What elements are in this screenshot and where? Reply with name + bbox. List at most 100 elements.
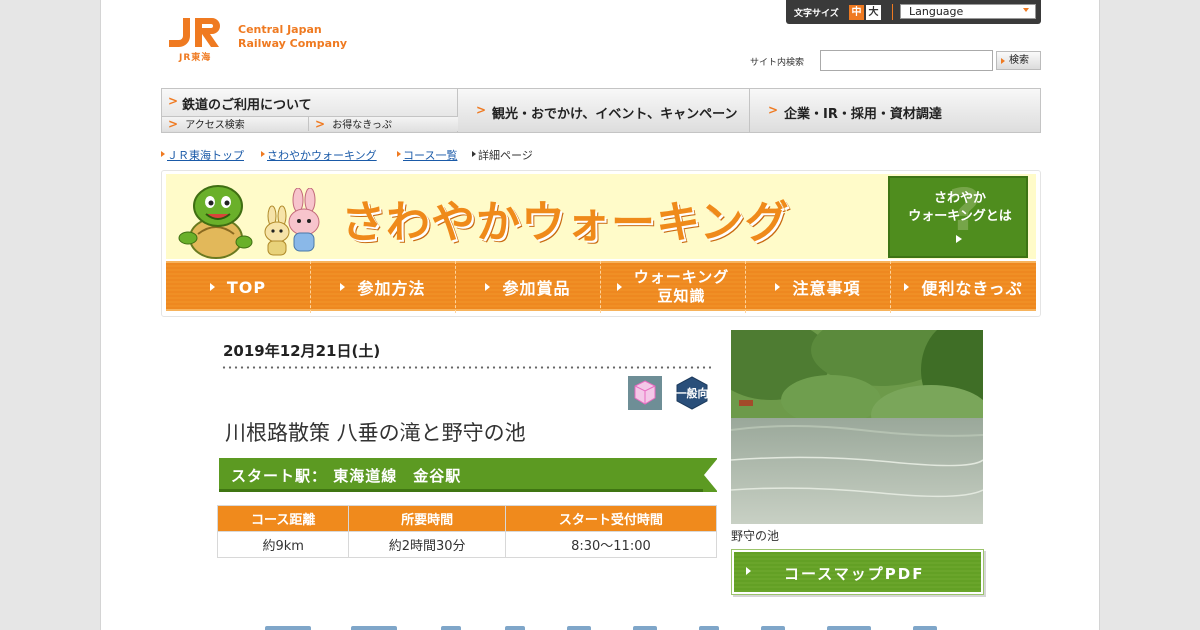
required-time: 約2時間30分 bbox=[348, 531, 506, 558]
chevron-right-icon bbox=[161, 151, 165, 157]
nav-railway-label: 鉄道のご利用について bbox=[182, 98, 312, 113]
footer-stub bbox=[761, 626, 785, 630]
jr-logo-icon[interactable] bbox=[167, 16, 229, 50]
walking-nav-top[interactable]: TOP bbox=[166, 261, 311, 313]
event-date: 2019年12月21日(土) bbox=[223, 342, 381, 360]
table-header: コース距離 bbox=[216, 505, 350, 532]
footer-stub bbox=[567, 626, 591, 630]
footer-stub bbox=[913, 626, 937, 630]
font-size-medium-button[interactable]: 中 bbox=[849, 5, 864, 20]
triangle-arrow-icon bbox=[209, 283, 215, 291]
nav-tourism-label: 観光・おでかけ、イベント、キャンペーン bbox=[492, 107, 738, 122]
search-input[interactable] bbox=[820, 50, 993, 71]
walking-nav-notes[interactable]: 注意事項 bbox=[746, 261, 891, 313]
page-container: JR東海 Central Japan Railway Company 文字サイズ… bbox=[100, 0, 1100, 630]
course-title: 川根路散策 八垂の滝と野守の池 bbox=[225, 421, 526, 445]
mascot-turtle-icon bbox=[178, 185, 253, 259]
search-label: サイト内検索 bbox=[750, 58, 805, 68]
nav-corporate[interactable]: > 企業・IR・採用・資材調達 bbox=[750, 89, 1040, 132]
caret-down-icon bbox=[1023, 8, 1029, 12]
dotted-divider bbox=[221, 366, 711, 369]
nav-access-label: アクセス検索 bbox=[185, 120, 245, 131]
about-walking-label: さわやか ウォーキングとは bbox=[890, 190, 1030, 226]
nav-access-search[interactable]: > アクセス検索 bbox=[162, 116, 309, 131]
course-map-pdf-label: コースマップPDF bbox=[784, 565, 925, 583]
nav-railway[interactable]: > 鉄道のご利用について > アクセス検索 > お得なきっぷ bbox=[162, 89, 458, 132]
walking-nav-notes-label: 注意事項 bbox=[792, 279, 861, 298]
banner-title: さわやかウォーキング bbox=[341, 197, 790, 248]
triangle-arrow-icon bbox=[956, 235, 962, 243]
cube-icon bbox=[628, 376, 662, 410]
course-info-table: コース距離 所要時間 スタート受付時間 約9km 約2時間30分 8:30～11… bbox=[216, 505, 718, 558]
chevron-right-icon bbox=[1001, 58, 1005, 64]
table-row: 約9km 約2時間30分 8:30～11:00 bbox=[216, 531, 718, 558]
utility-bar: 文字サイズ 中 大 Language bbox=[786, 0, 1041, 24]
walking-nav-trivia-label: ウォーキング 豆知識 bbox=[634, 268, 730, 306]
mascot-rabbits-icon bbox=[264, 188, 320, 256]
chevron-right-icon: > bbox=[315, 117, 326, 131]
triangle-arrow-icon bbox=[904, 283, 910, 291]
divider bbox=[892, 4, 893, 20]
banner-header: さわやかウォーキング ? さわやか ウォーキングとは bbox=[166, 174, 1036, 259]
breadcrumb-link-jr-top[interactable]: ＪＲ東海トップ bbox=[167, 147, 244, 163]
footer-stub bbox=[699, 626, 719, 630]
hexagon-badge-icon: 一般向 bbox=[676, 376, 709, 410]
footer-stub bbox=[351, 626, 397, 630]
start-reception-time: 8:30～11:00 bbox=[504, 531, 718, 558]
level-badge-text: 一般向 bbox=[676, 386, 709, 400]
breadcrumb-link-course-list[interactable]: コース一覧 bbox=[403, 147, 457, 163]
triangle-arrow-icon bbox=[616, 283, 622, 291]
table-header: 所要時間 bbox=[348, 505, 506, 532]
footer-stub bbox=[505, 626, 525, 630]
company-name-line2: Railway Company bbox=[238, 37, 348, 50]
nav-discount-tickets[interactable]: > お得なきっぷ bbox=[309, 116, 458, 131]
walking-nav-top-label: TOP bbox=[226, 277, 267, 297]
walking-nav: TOP 参加方法 参加賞品 ウォーキング 豆知識 注意事項 便利なきっぷ bbox=[166, 259, 1036, 313]
search-button-label: 検索 bbox=[1009, 55, 1029, 66]
footer-stub bbox=[265, 626, 311, 630]
chevron-right-icon: > bbox=[476, 103, 487, 117]
start-bar-shadow bbox=[219, 489, 703, 492]
walking-nav-join-label: 参加方法 bbox=[357, 279, 426, 298]
walking-nav-how-to-join[interactable]: 参加方法 bbox=[311, 261, 456, 313]
footer-stub bbox=[827, 626, 871, 630]
triangle-arrow-icon bbox=[775, 283, 781, 291]
start-station: スタート駅： 東海道線 金谷駅 bbox=[231, 467, 462, 485]
search-button[interactable]: 検索 bbox=[996, 51, 1041, 70]
course-map-pdf-button[interactable]: コースマップPDF bbox=[732, 550, 983, 594]
chevron-right-icon: > bbox=[168, 117, 179, 131]
triangle-arrow-icon bbox=[485, 283, 491, 291]
chevron-right-icon bbox=[472, 151, 476, 157]
company-name: Central Japan Railway Company bbox=[238, 23, 347, 51]
breadcrumb-link-walking[interactable]: さわやかウォーキング bbox=[267, 147, 377, 163]
logo-subtext: JR東海 bbox=[179, 53, 212, 63]
footer-stub bbox=[633, 626, 657, 630]
chevron-right-icon bbox=[397, 151, 401, 157]
walking-banner: さわやかウォーキング ? さわやか ウォーキングとは TOP 参加方法 参加賞品… bbox=[161, 170, 1041, 317]
start-bar-notch bbox=[704, 458, 718, 492]
walking-nav-trivia-line1: ウォーキング bbox=[633, 268, 730, 286]
table-header-row: コース距離 所要時間 スタート受付時間 bbox=[216, 505, 718, 532]
chevron-right-icon: > bbox=[768, 103, 779, 117]
company-name-line1: Central Japan bbox=[238, 23, 322, 36]
font-size-label: 文字サイズ bbox=[794, 9, 839, 19]
global-nav: > 鉄道のご利用について > アクセス検索 > お得なきっぷ > 観光・おでかけ… bbox=[161, 88, 1041, 133]
about-walking-button[interactable]: ? さわやか ウォーキングとは bbox=[888, 176, 1028, 258]
photo-caption: 野守の池 bbox=[731, 529, 780, 543]
walking-nav-prizes[interactable]: 参加賞品 bbox=[456, 261, 601, 313]
walking-nav-tickets-label: 便利なきっぷ bbox=[921, 279, 1023, 298]
language-select-label: Language bbox=[909, 5, 964, 18]
triangle-arrow-icon bbox=[340, 283, 346, 291]
walking-nav-prizes-label: 参加賞品 bbox=[502, 279, 571, 298]
nav-tickets-label: お得なきっぷ bbox=[332, 120, 392, 131]
font-size-large-button[interactable]: 大 bbox=[866, 5, 881, 20]
course-distance: 約9km bbox=[216, 531, 350, 558]
language-select[interactable]: Language bbox=[900, 4, 1036, 19]
nav-tourism[interactable]: > 観光・おでかけ、イベント、キャンペーン bbox=[458, 89, 750, 132]
walking-nav-trivia[interactable]: ウォーキング 豆知識 bbox=[601, 261, 746, 313]
walking-nav-trivia-line2: 豆知識 bbox=[657, 287, 706, 305]
walking-nav-tickets[interactable]: 便利なきっぷ bbox=[891, 261, 1036, 313]
about-walking-line2: ウォーキングとは bbox=[908, 209, 1012, 224]
start-station-bar: スタート駅： 東海道線 金谷駅 bbox=[219, 458, 718, 492]
nav-corporate-label: 企業・IR・採用・資材調達 bbox=[784, 107, 942, 122]
